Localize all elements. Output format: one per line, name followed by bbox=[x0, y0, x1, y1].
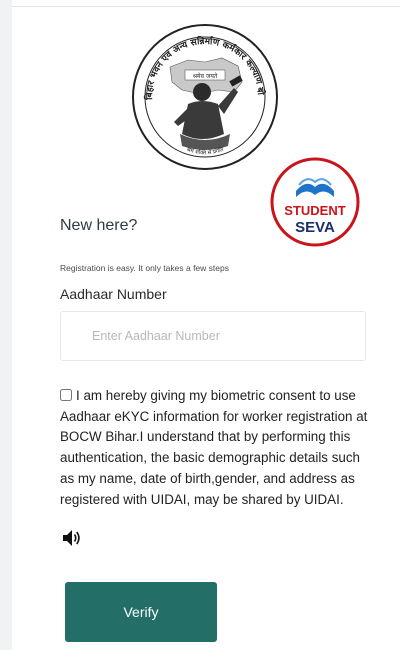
verify-button[interactable]: Verify bbox=[65, 582, 217, 642]
student-seva-watermark: STUDENT SEVA bbox=[270, 157, 360, 247]
top-divider bbox=[12, 6, 400, 7]
left-sidebar-strip bbox=[0, 0, 12, 650]
new-here-heading: New here? bbox=[60, 217, 138, 234]
registration-page: बिहार भवन एवं अन्य सन्निर्माण कर्मकार कल… bbox=[0, 0, 400, 650]
emblem-banner-text: श्रमेव जयते bbox=[193, 72, 218, 80]
registration-subtext: Registration is easy. It only takes a fe… bbox=[60, 263, 229, 273]
consent-block: I am hereby giving my biometric consent … bbox=[60, 386, 370, 510]
consent-text: I am hereby giving my biometric consent … bbox=[60, 388, 368, 507]
bocw-bihar-logo: बिहार भवन एवं अन्य सन्निर्माण कर्मकार कल… bbox=[130, 22, 278, 170]
watermark-line2: SEVA bbox=[295, 219, 335, 236]
consent-checkbox[interactable] bbox=[60, 389, 72, 401]
aadhaar-label: Aadhaar Number bbox=[60, 286, 167, 302]
aadhaar-number-input[interactable] bbox=[60, 311, 366, 361]
speaker-icon[interactable] bbox=[62, 529, 82, 547]
watermark-line1: STUDENT bbox=[284, 203, 345, 218]
